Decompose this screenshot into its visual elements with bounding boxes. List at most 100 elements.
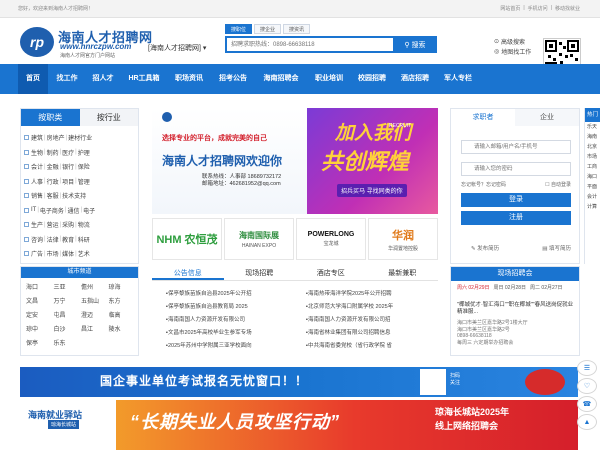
category-link[interactable]: 制药 [47, 148, 59, 157]
hot-job-link[interactable]: 工商 [587, 162, 600, 172]
search-tab-jobs[interactable]: 搜职位 [225, 24, 253, 34]
advanced-search-link[interactable]: ⊙ 高级搜索 [494, 37, 525, 46]
search-input[interactable] [227, 38, 397, 51]
category-link[interactable]: IT [31, 207, 36, 213]
category-link[interactable]: 项目 [62, 177, 74, 186]
news-item[interactable]: ▪北京师范大学海口附属学校 2025年 [306, 302, 438, 310]
city-link[interactable]: 乐东 [54, 338, 82, 347]
news-item[interactable]: ▪保亭黎族苗族自治县2025年公开招 [166, 289, 306, 297]
news-item[interactable]: ▪中共海南省委党校（省行政学院 省 [306, 341, 438, 349]
category-link[interactable]: 电子 [83, 206, 95, 215]
category-link[interactable]: 生产 [31, 220, 43, 229]
job-fair-event[interactable]: "椰城优才·智汇海口""职在椰城""春风送岗促就业 精准服... [457, 302, 577, 316]
city-link[interactable]: 东方 [109, 296, 137, 305]
fair-date[interactable]: 周六 02月29日 [457, 284, 490, 291]
category-link[interactable]: 采购 [62, 220, 74, 229]
tab-company[interactable]: 企业 [515, 109, 579, 126]
news-item[interactable]: ▪海南省林业集团有限公司招聘信息 [306, 328, 438, 336]
nav-home[interactable]: 首页 [18, 64, 48, 94]
partner-logo-nhm[interactable]: NHM 农恒茂 [152, 218, 222, 260]
search-tab-companies[interactable]: 搜企业 [254, 24, 282, 34]
city-link[interactable]: 海口 [26, 282, 54, 291]
category-link[interactable]: 营运 [47, 220, 59, 229]
auto-login-checkbox[interactable]: ☐ 自动登录 [545, 181, 571, 188]
search-button[interactable]: ⚲ 搜索 [393, 36, 437, 53]
tab-latest-parttime[interactable]: 最新兼职 [367, 266, 439, 280]
city-link[interactable]: 白沙 [54, 324, 82, 333]
partner-logo-expo[interactable]: 海南国际展 HAINAN EXPO [224, 218, 294, 260]
news-item[interactable]: ▪文昌市2025年高校毕业生参军专场 [166, 328, 306, 336]
city-link[interactable]: 昌江 [81, 324, 109, 333]
category-link[interactable]: 金融 [47, 162, 59, 171]
nav-hr-tools[interactable]: HR工具箱 [123, 64, 165, 94]
city-link[interactable]: 临高 [109, 310, 137, 319]
hot-job-link[interactable]: 平面 [587, 182, 600, 192]
nav-military-column[interactable]: 军人专栏 [438, 64, 478, 94]
map-search-link[interactable]: ◎ 地图找工作 [494, 47, 531, 56]
site-logo-icon[interactable]: rp [20, 27, 54, 57]
hot-job-link[interactable]: 市场 [587, 152, 600, 162]
site-switch-dropdown[interactable]: [海南人才招聘网] ▾ [148, 43, 206, 53]
category-link[interactable]: 护理 [78, 148, 90, 157]
top-link-mobile-job[interactable]: 移动找就业 [555, 5, 580, 12]
news-item[interactable]: ▪海南热带海洋学院2025年公开招聘 [306, 289, 438, 297]
forgot-links[interactable]: 忘记帐号？忘记密码 [461, 181, 506, 188]
tab-onsite-recruit[interactable]: 现场招聘 [224, 266, 296, 280]
nav-career-news[interactable]: 职场资讯 [168, 64, 210, 94]
tab-announcements[interactable]: 公告信息 [152, 266, 224, 280]
fill-resume-link[interactable]: ▤ 填写简历 [542, 244, 571, 252]
hot-job-link[interactable]: 计算 [587, 202, 600, 212]
back-to-top-icon[interactable]: ▲ [577, 414, 597, 430]
ad-banner-exam[interactable]: 国企事业单位考试报名无忧窗口！！ 扫码 关注 [20, 367, 578, 397]
nav-hire[interactable]: 招人才 [86, 64, 120, 94]
city-link[interactable]: 澄迈 [81, 310, 109, 319]
nav-hainan-job-fair[interactable]: 海南招聘会 [257, 64, 305, 94]
partner-logo-powerlong[interactable]: POWERLONG 宝龙城 [296, 218, 366, 260]
category-link[interactable]: 技术支持 [62, 191, 86, 200]
password-field[interactable] [461, 162, 571, 176]
search-tab-news[interactable]: 搜资讯 [283, 24, 311, 34]
category-link[interactable]: 会计 [31, 162, 43, 171]
category-link[interactable]: 科研 [78, 235, 90, 244]
news-item[interactable]: ▪2025年苏州中学附属三亚学校面向 [166, 341, 306, 349]
city-link[interactable]: 儋州 [81, 282, 109, 291]
tab-hotel-zone[interactable]: 酒店专区 [295, 266, 367, 280]
register-button[interactable]: 注册 [461, 211, 571, 225]
city-link[interactable]: 陵水 [109, 324, 137, 333]
hot-job-link[interactable]: 海南 [587, 132, 600, 142]
category-link[interactable]: 生物 [31, 148, 43, 157]
tab-by-industry[interactable]: 按行业 [79, 109, 138, 126]
main-banner[interactable]: 选择专业的平台，成就完美的自己 海南人才招聘网欢迎你 联系热线：人事部 1868… [152, 108, 438, 214]
ad-banner-employment[interactable]: 海南就业驿站 琼海长城站 “长期失业人员攻坚行动” 琼海长城站2025年 线上网… [20, 400, 578, 450]
category-link[interactable]: 房地产 [47, 133, 65, 142]
hot-job-link[interactable]: 北京 [587, 142, 600, 152]
login-button[interactable]: 登录 [461, 193, 571, 207]
category-link[interactable]: 艺术 [78, 249, 90, 258]
top-link-mobile[interactable]: 手机访问 [528, 5, 548, 12]
hot-job-link[interactable]: 海口 [587, 172, 600, 182]
hot-job-link[interactable]: 会计 [587, 192, 600, 202]
category-link[interactable]: 媒体 [62, 249, 74, 258]
city-link[interactable]: 文昌 [26, 296, 54, 305]
category-link[interactable]: 市场 [47, 249, 59, 258]
category-link[interactable]: 通信 [67, 206, 79, 215]
tab-job-seeker[interactable]: 求职者 [451, 109, 515, 126]
city-link[interactable]: 五指山 [81, 296, 109, 305]
partner-logo-crland[interactable]: 华润 华润置地控股 [368, 218, 438, 260]
fair-date[interactable]: 周二 02月27日 [530, 284, 563, 291]
city-link[interactable]: 万宁 [54, 296, 82, 305]
category-link[interactable]: 电子商务 [40, 206, 64, 215]
tab-by-job-type[interactable]: 按职类 [21, 109, 80, 126]
phone-icon[interactable]: ☎ [577, 396, 597, 412]
city-link[interactable]: 保亭 [26, 338, 54, 347]
city-link[interactable]: 琼海 [109, 282, 137, 291]
category-link[interactable]: 人事 [31, 177, 43, 186]
hot-job-link[interactable]: 乐天 [587, 122, 600, 132]
nav-campus-recruit[interactable]: 校园招聘 [352, 64, 392, 94]
news-item[interactable]: ▪海南南国人力资源开发有限公司招 [306, 315, 438, 323]
category-link[interactable]: 行政 [47, 177, 59, 186]
category-link[interactable]: 咨询 [31, 235, 43, 244]
category-link[interactable]: 客服 [47, 191, 59, 200]
city-link[interactable]: 屯昌 [54, 310, 82, 319]
nav-find-job[interactable]: 找工作 [50, 64, 84, 94]
